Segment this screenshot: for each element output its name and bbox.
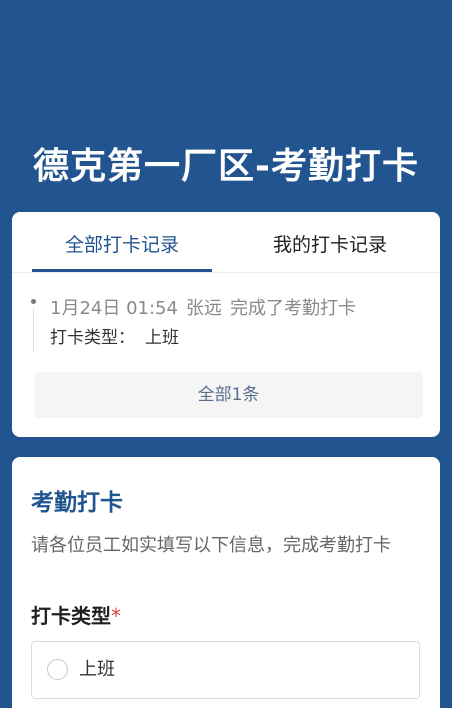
records-tabs: 全部打卡记录 我的打卡记录 bbox=[12, 212, 440, 273]
record-header: 1月24日 01:54 张远 完成了考勤打卡 bbox=[50, 296, 364, 322]
page-title: 德克第一厂区-考勤打卡 bbox=[33, 146, 419, 187]
tab-my-records[interactable]: 我的打卡记录 bbox=[240, 212, 420, 272]
option-label: 上班 bbox=[79, 659, 115, 680]
record-type-label: 打卡类型： bbox=[50, 328, 135, 348]
timeline-line bbox=[33, 308, 34, 352]
record-user: 张远 bbox=[185, 298, 222, 319]
active-tab-indicator bbox=[32, 269, 212, 272]
field-label-checkin-type: 打卡类型* bbox=[31, 602, 121, 630]
tab-all-records[interactable]: 全部打卡记录 bbox=[32, 212, 212, 272]
all-records-button[interactable]: 全部1条 bbox=[34, 372, 423, 418]
records-card: 全部打卡记录 我的打卡记录 1月24日 01:54 张远 完成了考勤打卡 打卡类型：… bbox=[12, 212, 440, 437]
checkin-form-card: 考勤打卡 请各位员工如实填写以下信息，完成考勤打卡 打卡类型* 上班 bbox=[12, 457, 440, 708]
record-type-value: 上班 bbox=[145, 328, 179, 348]
timeline-dot-icon bbox=[31, 299, 36, 304]
form-description: 请各位员工如实填写以下信息，完成考勤打卡 bbox=[31, 535, 391, 556]
record-datetime: 1月24日 01:54 bbox=[50, 298, 178, 319]
record-type: 打卡类型： 上班 bbox=[50, 326, 179, 350]
radio-icon[interactable] bbox=[47, 659, 68, 680]
field-label-text: 打卡类型 bbox=[31, 604, 111, 628]
required-mark: * bbox=[111, 604, 121, 628]
record-item: 1月24日 01:54 张远 完成了考勤打卡 打卡类型： 上班 bbox=[31, 296, 426, 356]
record-action: 完成了考勤打卡 bbox=[229, 298, 356, 319]
option-shangban[interactable]: 上班 bbox=[31, 641, 420, 699]
form-title: 考勤打卡 bbox=[31, 490, 123, 516]
page: 德克第一厂区-考勤打卡 全部打卡记录 我的打卡记录 1月24日 01:54 张远完… bbox=[0, 0, 452, 708]
